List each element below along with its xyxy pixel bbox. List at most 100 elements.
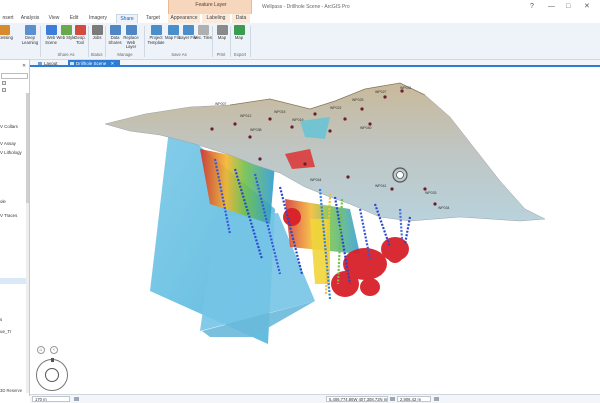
- button-label: Vec. Tiles: [194, 35, 212, 40]
- pause-drawing-icon[interactable]: [434, 397, 439, 401]
- button-label: Replace Web Layer: [123, 35, 139, 50]
- tab-target[interactable]: Target: [142, 14, 164, 23]
- minimize-button[interactable]: —: [548, 3, 555, 10]
- list-by-icon[interactable]: [2, 81, 6, 85]
- tab-labeling[interactable]: Labeling: [202, 14, 230, 23]
- tab-insert[interactable]: nsert: [0, 14, 16, 23]
- view-tab-label: Drillhole Scene: [76, 61, 107, 66]
- collar-label: WP034: [438, 206, 450, 210]
- collar-label: WP012: [240, 114, 252, 118]
- collar-label: WP019: [292, 118, 304, 122]
- data-shares-icon: [109, 25, 121, 35]
- vector-tiles-button[interactable]: Vec. Tiles: [193, 25, 213, 52]
- maximize-button[interactable]: □: [566, 3, 570, 10]
- layer-item-hole[interactable]: ole: [0, 199, 6, 204]
- close-tab-icon[interactable]: ✕: [111, 61, 115, 66]
- reserve-label: 3D Reserve: [0, 388, 23, 393]
- view-tab-drillhole-scene[interactable]: Drillhole Scene ✕: [68, 60, 120, 67]
- button-label: Jobs: [92, 35, 102, 40]
- window-title: Wellpass - Drillhole Scene - ArcGIS Pro: [262, 4, 350, 10]
- view-tab-label: Layout: [44, 61, 58, 66]
- jobs-button[interactable]: Jobs: [87, 25, 107, 52]
- collar-label: WP040: [360, 126, 372, 130]
- scene-canvas: WP007 WP012 WP015 WP019 WP022 WP025 WP02…: [104, 82, 546, 344]
- scale-options-icon[interactable]: [74, 397, 79, 401]
- elevation-readout: 2,906.42 m: [397, 396, 431, 402]
- contents-search-input[interactable]: [1, 73, 28, 79]
- previous-extent-button[interactable]: ‹: [50, 346, 58, 354]
- full-extent-icon: ⌂: [39, 347, 43, 353]
- tab-imagery[interactable]: Imagery: [86, 14, 110, 23]
- pane-close-icon[interactable]: ✕: [22, 63, 26, 69]
- close-button[interactable]: ✕: [584, 3, 590, 10]
- replace-web-layer-button[interactable]: Replace Web Layer: [121, 25, 141, 52]
- target-marker-inner: [396, 171, 404, 179]
- zoom-full-extent-button[interactable]: ⌂: [37, 346, 45, 354]
- map-file-icon: [167, 25, 179, 35]
- tab-appearance[interactable]: Appearance: [168, 14, 200, 23]
- help-icon[interactable]: ?: [530, 3, 534, 10]
- collar-label: WP038: [250, 128, 262, 132]
- layout-icon: [38, 62, 42, 65]
- tab-analysis[interactable]: Analysis: [19, 14, 41, 23]
- collar-label: WP041: [375, 184, 387, 188]
- layer-item-collars[interactable]: V Collars: [0, 124, 18, 129]
- jobs-icon: [91, 25, 103, 35]
- collar-label: WP022: [330, 106, 342, 110]
- printer-icon: [216, 25, 228, 35]
- contents-bottom-label: 3D Reserve: [0, 388, 30, 403]
- button-label: Deep Learning: [21, 35, 39, 45]
- toolbox-icon: [74, 25, 86, 35]
- button-label: rocessing: [0, 35, 13, 40]
- export-arrow-icon: [233, 25, 245, 35]
- contents-scroll-thumb[interactable]: [26, 93, 29, 203]
- tab-data[interactable]: Data: [232, 14, 250, 23]
- title-bar: Feature Layer Wellpass - Drillhole Scene…: [0, 0, 600, 14]
- group-separator: [144, 26, 145, 57]
- view-tab-layout[interactable]: Layout: [36, 60, 64, 67]
- collar-label: WP007: [215, 102, 227, 106]
- collar-label: WP033: [425, 191, 437, 195]
- geoprocessing-icon: [0, 25, 10, 35]
- group-label-print: Print: [216, 52, 226, 57]
- layer-file-icon: [182, 25, 194, 35]
- north-pointer-icon: [51, 358, 54, 362]
- tab-share[interactable]: Share: [116, 14, 138, 23]
- navigator-inner-ring[interactable]: [45, 368, 59, 382]
- group-label-export: Export: [233, 52, 247, 57]
- button-label: Map: [234, 35, 244, 40]
- layer-item-assay[interactable]: V Assay: [0, 141, 16, 146]
- layer-item-true-traces[interactable]: ue_Tr: [0, 329, 11, 334]
- group-label-save-as: Save As: [171, 52, 187, 57]
- contextual-tab-group: Feature Layer: [168, 0, 252, 14]
- collar-label: WP025: [352, 98, 364, 102]
- status-bar: 170 m 5,406,774.86W 407,308.72N m 2,906.…: [30, 394, 600, 403]
- ribbon: rocessing Deep Learning Web Scene Web St…: [0, 23, 600, 60]
- layer-item-traces[interactable]: V Traces: [0, 213, 17, 218]
- project-template-icon: [150, 25, 162, 35]
- contents-pane: ✕ V Collars V Assay V Lithology ole V Tr…: [0, 60, 30, 396]
- vector-tiles-icon: [197, 25, 209, 35]
- group-label-status: Status: [90, 52, 103, 57]
- replace-layer-icon: [125, 25, 137, 35]
- scene-icon: [70, 62, 74, 65]
- contextual-group-label: Feature Layer: [195, 2, 227, 8]
- deep-learning-button[interactable]: Deep Learning: [20, 25, 40, 52]
- list-by-source-icon[interactable]: [2, 88, 6, 92]
- layer-item-lithology[interactable]: V Lithology: [0, 150, 22, 155]
- globe-icon: [45, 25, 57, 35]
- scale-field[interactable]: 170 m: [32, 396, 70, 402]
- view-tabs: Layout Drillhole Scene ✕: [30, 60, 600, 67]
- geoprocessing-button[interactable]: rocessing: [0, 25, 14, 52]
- export-map-button[interactable]: Map: [229, 25, 249, 52]
- selected-layer-highlight: [0, 278, 26, 284]
- group-label-manage: Manage: [117, 52, 133, 57]
- navigator-control[interactable]: [36, 358, 68, 391]
- ribbon-tabs: nsert Analysis View Edit Imagery Share T…: [0, 14, 600, 23]
- layer-item-s[interactable]: s: [0, 317, 2, 322]
- group-label-share-as: Share As: [57, 52, 75, 57]
- tab-edit[interactable]: Edit: [67, 14, 81, 23]
- group-separator: [250, 26, 251, 57]
- scene-view[interactable]: WP007 WP012 WP015 WP019 WP022 WP025 WP02…: [30, 69, 600, 394]
- tab-view[interactable]: View: [46, 14, 62, 23]
